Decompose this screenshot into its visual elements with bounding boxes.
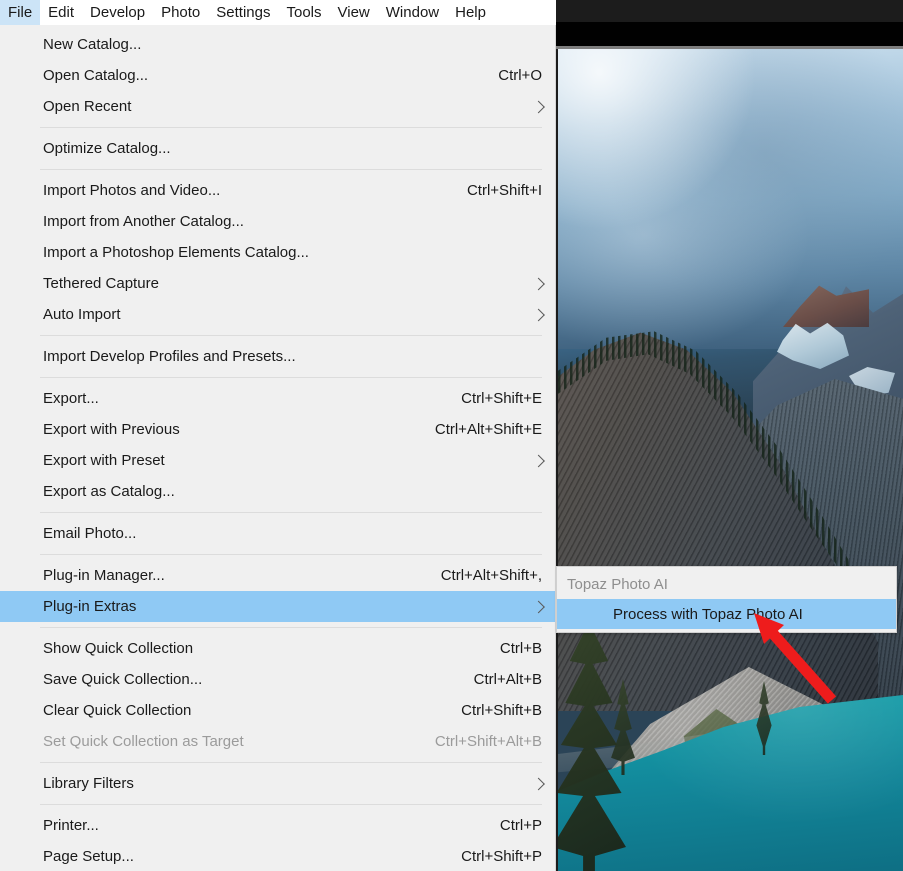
- menubar-item-label: Photo: [161, 4, 201, 21]
- menubar-item-label: Develop: [90, 4, 146, 21]
- menu-item-label: Import Photos and Video...: [43, 182, 221, 199]
- menubar-item-label: Settings: [216, 4, 271, 21]
- menu-item-page-setup[interactable]: Page Setup... Ctrl+Shift+P: [0, 841, 555, 871]
- menu-item-tethered-capture[interactable]: Tethered Capture: [0, 268, 555, 299]
- menubar-item-label: Edit: [48, 4, 75, 21]
- photo-top-black-bar: [556, 22, 903, 46]
- menu-item-auto-import[interactable]: Auto Import: [0, 299, 555, 330]
- menu-item-label: Import a Photoshop Elements Catalog...: [43, 244, 309, 261]
- menu-item-shortcut: Ctrl+O: [498, 67, 542, 84]
- menu-separator: [40, 627, 542, 628]
- menu-bar: File Edit Develop Photo Settings Tools View Win…: [0, 0, 556, 25]
- menu-item-label: Show Quick Collection: [43, 640, 194, 657]
- menu-item-label: Tethered Capture: [43, 275, 159, 292]
- menu-separator: [40, 127, 542, 128]
- menu-item-shortcut: Ctrl+Shift+I: [466, 182, 542, 199]
- menu-item-label: Export with Previous: [43, 421, 180, 438]
- menubar-item-photo[interactable]: Photo: [153, 0, 208, 25]
- menu-item-label: Plug-in Manager...: [43, 567, 165, 584]
- menu-item-shortcut: Ctrl+Shift+P: [461, 848, 542, 865]
- menu-item-printer[interactable]: Printer... Ctrl+P: [0, 810, 555, 841]
- menu-item-label: Import Develop Profiles and Presets...: [43, 348, 296, 365]
- menu-item-label: New Catalog...: [43, 36, 142, 53]
- menubar-item-view[interactable]: View: [330, 0, 378, 25]
- menubar-item-develop[interactable]: Develop: [82, 0, 153, 25]
- menu-item-open-catalog[interactable]: Open Catalog... Ctrl+O: [0, 60, 555, 91]
- menu-item-label: Open Catalog...: [43, 67, 149, 84]
- menu-item-label: Export...: [43, 390, 99, 407]
- menu-separator: [40, 512, 542, 513]
- submenu-item-label: Topaz Photo AI: [567, 575, 668, 593]
- submenu-item-topaz-photo-ai: Topaz Photo AI: [557, 569, 896, 599]
- menu-item-new-catalog[interactable]: New Catalog...: [0, 29, 555, 60]
- menu-item-export-with-preset[interactable]: Export with Preset: [0, 445, 555, 476]
- file-dropdown-menu: New Catalog... Open Catalog... Ctrl+O Open …: [0, 25, 556, 871]
- menubar-item-edit[interactable]: Edit: [40, 0, 82, 25]
- menu-separator: [40, 554, 542, 555]
- menubar-item-tools[interactable]: Tools: [278, 0, 329, 25]
- menu-item-label: Library Filters: [43, 775, 134, 792]
- menu-item-label: Open Recent: [43, 98, 132, 115]
- lightroom-file-menu-screenshot: File Edit Develop Photo Settings Tools View Win…: [0, 0, 903, 871]
- menubar-item-file[interactable]: File: [0, 0, 41, 25]
- menubar-item-settings[interactable]: Settings: [208, 0, 278, 25]
- menu-item-label: Clear Quick Collection: [43, 702, 192, 719]
- menu-item-label: Page Setup...: [43, 848, 134, 865]
- menubar-item-label: Help: [455, 4, 486, 21]
- menu-item-label: Save Quick Collection...: [43, 671, 203, 688]
- menu-item-shortcut: Ctrl+Shift+B: [461, 702, 542, 719]
- mountain-lake-photo: [558, 49, 903, 871]
- menu-item-plug-in-manager[interactable]: Plug-in Manager... Ctrl+Alt+Shift+,: [0, 560, 555, 591]
- menu-separator: [40, 762, 542, 763]
- menu-item-export-as-catalog[interactable]: Export as Catalog...: [0, 476, 555, 507]
- menu-item-label: Export as Catalog...: [43, 483, 175, 500]
- menu-item-label: Import from Another Catalog...: [43, 213, 244, 230]
- menubar-item-label: View: [337, 4, 370, 21]
- menubar-item-help[interactable]: Help: [447, 0, 494, 25]
- menu-separator: [40, 804, 542, 805]
- menu-item-optimize-catalog[interactable]: Optimize Catalog...: [0, 133, 555, 164]
- menubar-item-label: File: [8, 4, 33, 21]
- menu-item-import-from-another-catalog[interactable]: Import from Another Catalog...: [0, 206, 555, 237]
- menu-item-label: Set Quick Collection as Target: [43, 733, 244, 750]
- menu-item-export-with-previous[interactable]: Export with Previous Ctrl+Alt+Shift+E: [0, 414, 555, 445]
- menu-item-shortcut: Ctrl+Alt+Shift+,: [440, 567, 542, 584]
- menu-item-label: Email Photo...: [43, 525, 137, 542]
- menu-item-label: Optimize Catalog...: [43, 140, 171, 157]
- menu-item-plug-in-extras[interactable]: Plug-in Extras: [0, 591, 555, 622]
- menu-separator: [40, 335, 542, 336]
- menu-item-shortcut: Ctrl+Alt+Shift+E: [434, 421, 542, 438]
- menu-item-shortcut: Ctrl+B: [499, 640, 542, 657]
- menu-separator: [40, 169, 542, 170]
- menubar-item-window[interactable]: Window: [378, 0, 447, 25]
- red-annotation-arrow: [754, 613, 837, 704]
- menu-item-import-develop-profiles-and-presets[interactable]: Import Develop Profiles and Presets...: [0, 341, 555, 372]
- menu-separator: [40, 377, 542, 378]
- menu-item-show-quick-collection[interactable]: Show Quick Collection Ctrl+B: [0, 633, 555, 664]
- menu-item-email-photo[interactable]: Email Photo...: [0, 518, 555, 549]
- menu-item-save-quick-collection[interactable]: Save Quick Collection... Ctrl+Alt+B: [0, 664, 555, 695]
- menu-item-shortcut: Ctrl+Alt+B: [473, 671, 542, 688]
- menu-item-label: Export with Preset: [43, 452, 165, 469]
- menu-item-clear-quick-collection[interactable]: Clear Quick Collection Ctrl+Shift+B: [0, 695, 555, 726]
- menu-item-import-a-photoshop-elements-catalog[interactable]: Import a Photoshop Elements Catalog...: [0, 237, 555, 268]
- menubar-item-label: Tools: [286, 4, 322, 21]
- menu-item-library-filters[interactable]: Library Filters: [0, 768, 555, 799]
- menu-item-import-photos-and-video[interactable]: Import Photos and Video... Ctrl+Shift+I: [0, 175, 555, 206]
- menu-item-label: Printer...: [43, 817, 99, 834]
- menu-item-set-quick-collection-as-target: Set Quick Collection as Target Ctrl+Shift…: [0, 726, 555, 757]
- menu-item-label: Plug-in Extras: [43, 598, 137, 615]
- menu-item-shortcut: Ctrl+P: [499, 817, 542, 834]
- menu-item-label: Auto Import: [43, 306, 121, 323]
- menu-item-export[interactable]: Export... Ctrl+Shift+E: [0, 383, 555, 414]
- menu-item-shortcut: Ctrl+Shift+E: [461, 390, 542, 407]
- menubar-item-label: Window: [385, 4, 440, 21]
- menu-item-shortcut: Ctrl+Shift+Alt+B: [434, 733, 542, 750]
- menu-item-open-recent[interactable]: Open Recent: [0, 91, 555, 122]
